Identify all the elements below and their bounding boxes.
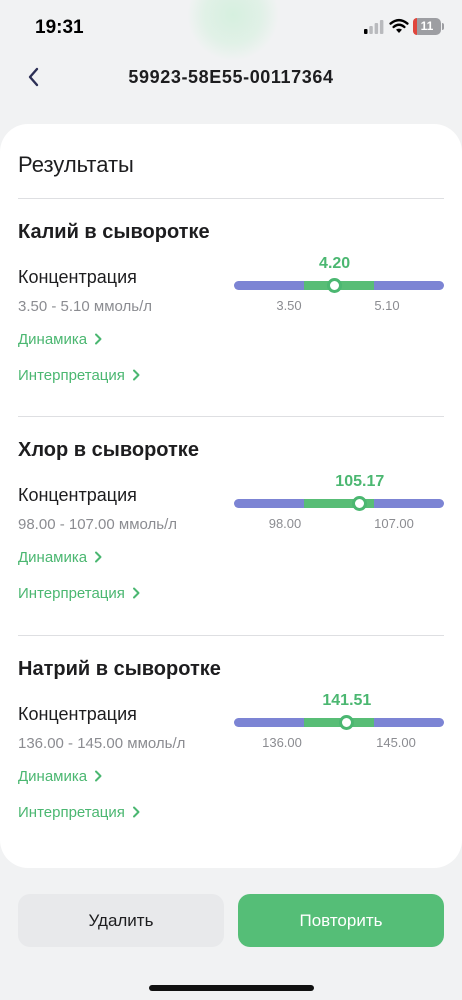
delete-button[interactable]: Удалить <box>18 894 224 947</box>
value-marker <box>327 278 343 293</box>
range-high-label: 107.00 <box>374 516 414 531</box>
dynamics-label: Динамика <box>18 549 88 566</box>
result-value: 105.17 <box>335 473 385 490</box>
value-marker <box>352 496 368 511</box>
result-block-chlorine: Хлор в сыворотке Концентрация 98.00 - 10… <box>0 417 462 636</box>
battery-icon: 11 <box>413 18 441 35</box>
range-indicator: 4.20 3.50 5.10 <box>234 255 444 315</box>
result-block-potassium: Калий в сыворотке Концентрация 3.50 - 5.… <box>0 199 462 418</box>
battery-cap <box>442 23 444 30</box>
result-value: 4.20 <box>319 255 351 272</box>
parameter-name: Концентрация <box>18 485 137 505</box>
analyte-title: Натрий в сыворотке <box>18 658 221 680</box>
value-marker <box>339 715 355 730</box>
reference-range-text: 98.00 - 107.00 ммоль/л <box>18 516 178 533</box>
dynamics-link[interactable]: Динамика <box>18 549 103 566</box>
reference-range-text: 136.00 - 145.00 ммоль/л <box>18 735 186 752</box>
nav-header: 59923-58E55-00117364 <box>0 54 462 100</box>
interpretation-label: Интерпретация <box>18 367 125 384</box>
result-value: 141.51 <box>322 692 372 709</box>
result-block-sodium: Натрий в сыворотке Концентрация 136.00 -… <box>0 636 462 855</box>
range-low-label: 136.00 <box>262 735 302 750</box>
range-low-label: 98.00 <box>268 516 302 531</box>
chevron-right-icon <box>95 333 102 345</box>
parameter-name: Концентрация <box>18 267 137 287</box>
range-indicator: 141.51 136.00 145.00 <box>234 692 444 752</box>
results-card: Результаты Калий в сыворотке Концентраци… <box>0 124 462 868</box>
interpretation-link[interactable]: Интерпретация <box>18 804 141 821</box>
page-title: 59923-58E55-00117364 <box>128 67 334 87</box>
home-indicator <box>149 985 314 991</box>
analyte-title: Хлор в сыворотке <box>18 439 199 461</box>
interpretation-label: Интерпретация <box>18 585 125 602</box>
chevron-right-icon <box>132 369 140 381</box>
results-heading: Результаты <box>18 152 134 177</box>
reference-range-text: 3.50 - 5.10 ммоль/л <box>18 298 153 315</box>
status-bar: 19:31 11 <box>0 0 462 54</box>
interpretation-link[interactable]: Интерпретация <box>18 585 141 602</box>
range-high-label: 5.10 <box>374 298 400 313</box>
range-low-label: 3.50 <box>276 298 302 313</box>
chevron-right-icon <box>132 587 140 599</box>
battery-level: 11 <box>420 19 434 33</box>
status-time: 19:31 <box>35 17 84 38</box>
parameter-name: Концентрация <box>18 704 137 724</box>
interpretation-label: Интерпретация <box>18 804 125 821</box>
cellular-signal-icon <box>364 20 384 34</box>
repeat-button[interactable]: Повторить <box>238 894 444 947</box>
dynamics-label: Динамика <box>18 768 88 785</box>
range-indicator: 105.17 98.00 107.00 <box>234 473 444 533</box>
chevron-right-icon <box>95 770 102 782</box>
dynamics-link[interactable]: Динамика <box>18 768 103 785</box>
dynamics-label: Динамика <box>18 331 88 348</box>
chevron-right-icon <box>95 551 102 563</box>
chevron-right-icon <box>132 806 140 818</box>
interpretation-link[interactable]: Интерпретация <box>18 367 141 384</box>
analyte-title: Калий в сыворотке <box>18 221 210 243</box>
range-high-label: 145.00 <box>376 735 416 750</box>
dynamics-link[interactable]: Динамика <box>18 331 103 348</box>
wifi-icon <box>389 18 409 33</box>
